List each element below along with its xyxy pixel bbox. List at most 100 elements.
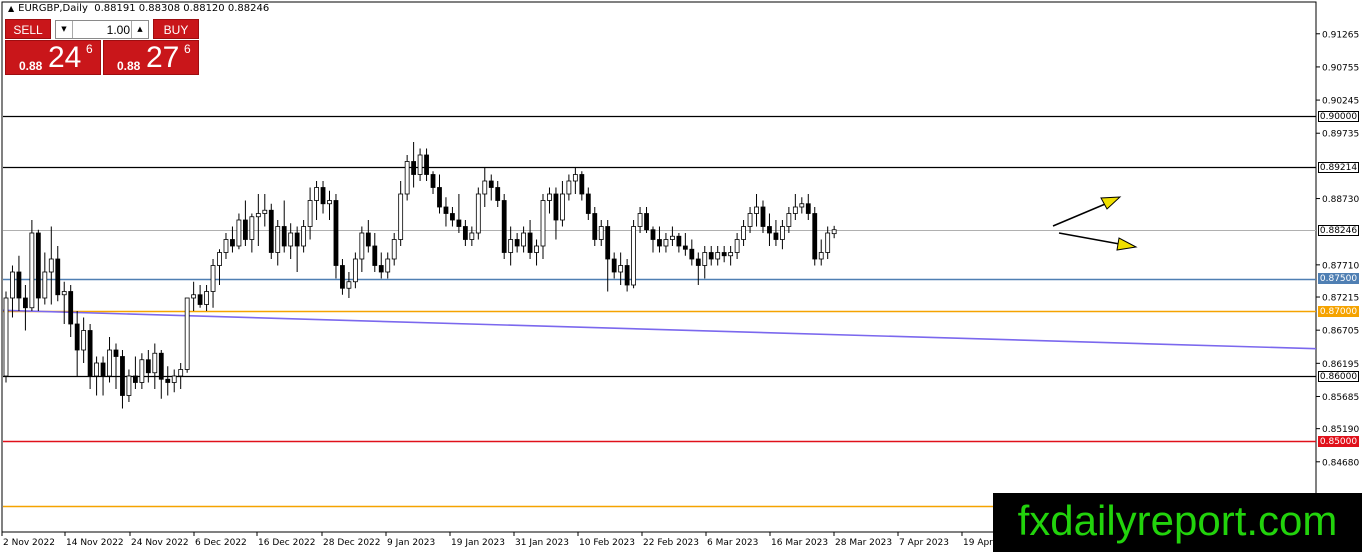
candle-body (514, 239, 520, 247)
candle-body (55, 258, 61, 296)
candle-body (398, 193, 404, 240)
candle-body (825, 232, 831, 253)
candle-body (100, 362, 106, 377)
candle-body (799, 203, 805, 208)
candle-body (29, 232, 35, 309)
candle (29, 220, 35, 311)
lot-decrease-icon[interactable]: ▼ (56, 21, 73, 38)
candle-body (521, 232, 526, 247)
candle-body (831, 229, 837, 235)
candle-body (650, 229, 656, 240)
candle-body (805, 203, 811, 214)
candle-body (301, 226, 307, 247)
candle-body (443, 206, 449, 214)
candle-body (165, 378, 171, 383)
candle-body (178, 369, 184, 377)
candle-body (572, 174, 578, 182)
price-label: 0.87215 (1322, 294, 1359, 304)
candle (3, 291, 9, 383)
candle-body (430, 174, 436, 188)
candle-body (242, 219, 248, 240)
time-label: 19 Apr (963, 538, 993, 548)
price-label: 0.88730 (1322, 195, 1359, 205)
candle-body (618, 265, 624, 273)
candle-body (657, 239, 662, 247)
candle-body (495, 187, 501, 201)
candle (184, 297, 190, 373)
candle-body (482, 180, 488, 195)
candle (475, 187, 481, 240)
candle-body (81, 330, 87, 351)
candle-body (579, 174, 585, 195)
candle-body (158, 352, 164, 380)
time-label: 9 Jan 2023 (387, 538, 435, 548)
candle-body (644, 213, 649, 231)
chart-frame (1, 1, 1317, 533)
time-label: 31 Jan 2023 (515, 538, 569, 548)
candle-body (23, 297, 28, 309)
price-label: 0.86195 (1322, 360, 1359, 370)
candle-body (605, 226, 611, 260)
price-chart[interactable]: 0.91265 0.90755 0.90245 0.89735 0.88730 0.877… (0, 0, 1362, 552)
candle-body (676, 235, 682, 247)
candle-body (42, 271, 48, 299)
candle-body (792, 206, 798, 214)
candle-body (48, 258, 54, 273)
candle (333, 194, 339, 279)
candle-body (197, 294, 203, 305)
candle-body (10, 271, 15, 299)
candle-body (288, 232, 294, 247)
candle-body (320, 187, 326, 205)
candle-body (249, 216, 255, 240)
lot-increase-icon[interactable]: ▲ (131, 21, 148, 38)
candle-body (767, 226, 772, 234)
candle-body (230, 239, 235, 247)
sell-quote[interactable]: 0.88 24 6 (5, 40, 101, 75)
candle-body (152, 352, 158, 374)
time-label: 2 Nov 2022 (3, 538, 55, 548)
sell-button[interactable]: SELL (5, 19, 51, 39)
lot-size-stepper[interactable]: ▼ ▲ (55, 20, 149, 39)
watermark: fxdailyreport.com (993, 493, 1362, 552)
collapse-arrow-icon[interactable]: ▲ (8, 4, 14, 13)
candle-body (372, 245, 378, 266)
candle-body (812, 213, 818, 260)
buy-quote[interactable]: 0.88 27 6 (103, 40, 199, 75)
candle-body (469, 232, 475, 240)
candle-body (281, 226, 287, 247)
time-label: 19 Jan 2023 (451, 538, 505, 548)
price-tag: 0.88246 (1318, 224, 1359, 236)
time-label: 16 Dec 2022 (258, 538, 316, 548)
candle-body (754, 206, 759, 214)
candle-body (560, 193, 565, 221)
time-label: 14 Nov 2022 (66, 538, 124, 548)
candle-body (68, 291, 74, 325)
price-label: 0.89735 (1322, 130, 1359, 140)
candle-body (327, 200, 332, 205)
candle-body (346, 281, 352, 289)
lot-size-input[interactable] (74, 21, 130, 38)
price-label: 0.90245 (1322, 97, 1359, 107)
candle-body (663, 239, 669, 247)
candle-body (314, 187, 319, 201)
candle-body (217, 252, 222, 266)
candle-body (540, 200, 546, 247)
candle-body (210, 265, 216, 292)
candle-body (275, 226, 281, 253)
candle-body (818, 252, 824, 260)
candle-body (294, 232, 300, 247)
candle-body (340, 265, 345, 289)
candle-body (404, 161, 410, 195)
buy-button[interactable]: BUY (153, 19, 199, 39)
candle-body (333, 200, 339, 266)
candle (812, 207, 818, 266)
buy-quote-prefix: 0.88 (117, 59, 141, 73)
candle-body (107, 349, 112, 377)
candle-body (132, 375, 138, 383)
candle-body (191, 294, 197, 299)
ohlc-readout: 0.88191 0.88308 0.88120 0.88246 (94, 3, 270, 14)
time-axis-ticks: 2 Nov 2022 14 Nov 2022 24 Nov 2022 6 Dec 20… (1, 532, 993, 548)
candle-body (385, 258, 391, 273)
candle-body (120, 356, 125, 396)
candle-body (87, 330, 93, 377)
